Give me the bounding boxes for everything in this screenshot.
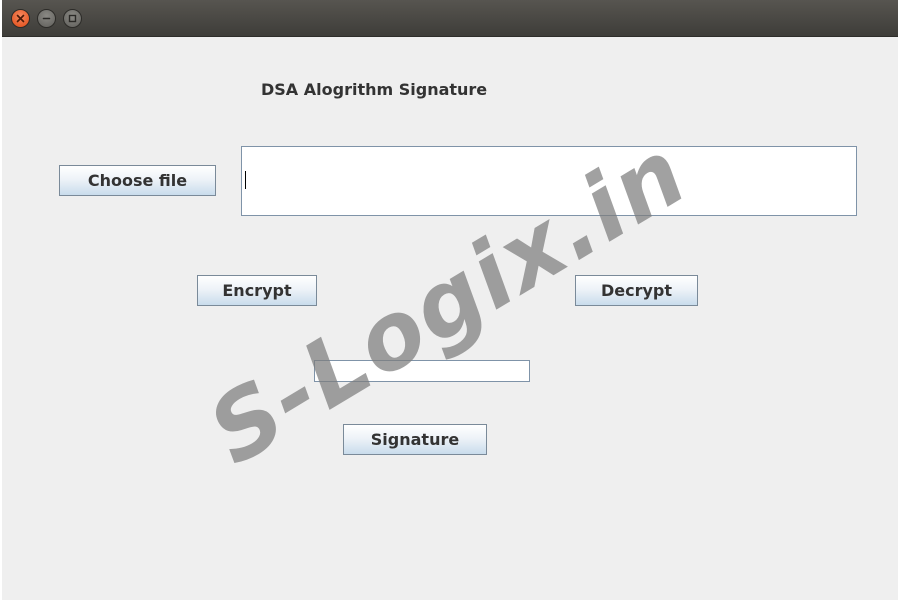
page-title: DSA Alogrithm Signature [261,80,488,99]
signature-field[interactable] [314,360,530,382]
choose-file-button[interactable]: Choose file [59,165,216,196]
title-bar [2,0,898,37]
file-content-textarea[interactable] [241,146,857,216]
maximize-icon[interactable] [63,9,82,28]
signature-button[interactable]: Signature [343,424,487,455]
close-icon[interactable] [11,9,30,28]
minimize-icon[interactable] [37,9,56,28]
text-caret [245,171,246,189]
app-window: DSA Alogrithm Signature Choose file Encr… [2,0,898,600]
decrypt-button[interactable]: Decrypt [575,275,698,306]
encrypt-button[interactable]: Encrypt [197,275,317,306]
